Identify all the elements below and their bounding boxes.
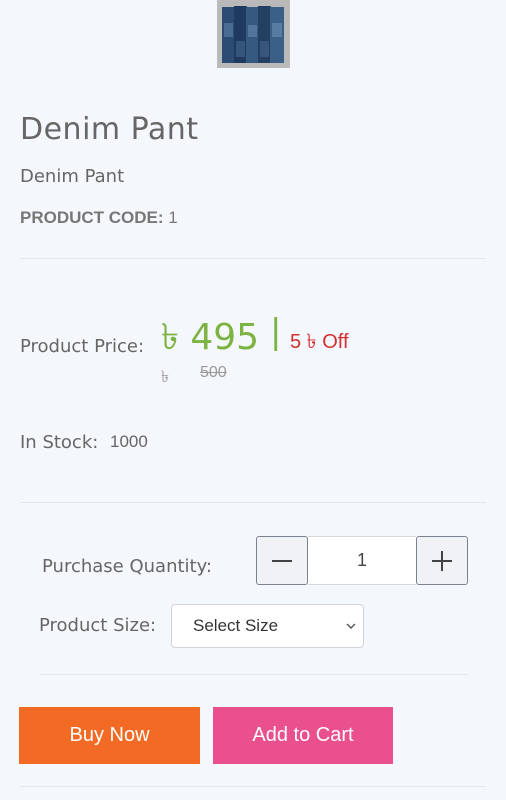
divider [20, 502, 486, 503]
product-code: PRODUCT CODE: 1 [20, 208, 178, 228]
old-price: 500 [200, 364, 227, 381]
add-to-cart-button[interactable]: Add to Cart [213, 707, 393, 764]
price-separator: | [270, 312, 282, 352]
current-price: ৳ 495 [161, 317, 260, 358]
divider [20, 258, 486, 259]
product-subtitle: Denim Pant [20, 166, 125, 187]
plus-icon [432, 550, 452, 571]
denim-image-icon [218, 1, 289, 67]
size-label: Product Size: [39, 615, 157, 636]
product-title: Denim Pant [20, 112, 199, 147]
quantity-label: Purchase Quantity: [42, 556, 212, 577]
stock-value: 1000 [110, 432, 148, 451]
product-code-value: 1 [168, 208, 178, 227]
stock-label: In Stock: [20, 432, 99, 453]
divider [40, 674, 468, 675]
price-label: Product Price: [20, 336, 145, 357]
buy-now-button[interactable]: Buy Now [19, 707, 200, 764]
size-select-value: Select Size [193, 616, 279, 635]
quantity-input[interactable] [308, 536, 416, 585]
quantity-stepper [256, 536, 468, 585]
old-price-currency: ৳ [161, 369, 169, 386]
product-image[interactable] [217, 0, 290, 68]
minus-icon [272, 559, 292, 562]
decrement-button[interactable] [256, 536, 308, 585]
increment-button[interactable] [416, 536, 468, 585]
discount-badge: 5 ৳ Off [290, 331, 349, 353]
product-detail-page: Denim Pant Denim Pant PRODUCT CODE: 1 Pr… [0, 0, 506, 800]
size-select[interactable]: Select Size [171, 604, 364, 648]
chevron-down-icon [346, 623, 356, 629]
product-code-label: PRODUCT CODE: [20, 208, 164, 227]
divider [20, 786, 486, 787]
